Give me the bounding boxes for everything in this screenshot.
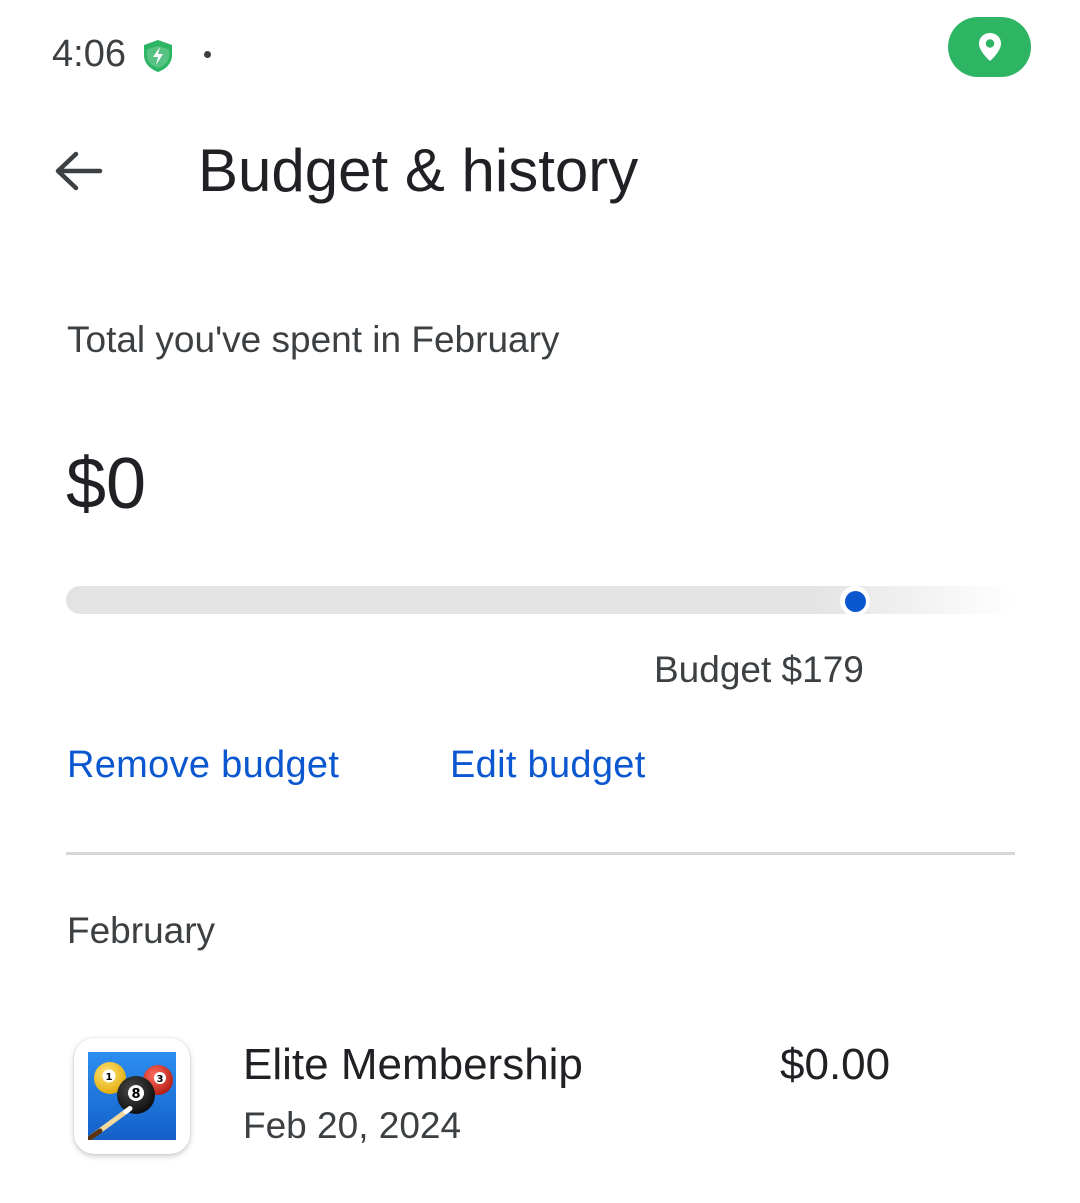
transaction-price: $0.00 (780, 1040, 891, 1089)
location-pin-icon (978, 33, 1001, 61)
budget-marker-dot (844, 590, 866, 612)
svg-text:1: 1 (106, 1072, 113, 1083)
transaction-date: Feb 20, 2024 (243, 1105, 462, 1146)
status-time: 4:06 (52, 33, 126, 75)
notification-dot-icon (204, 51, 211, 58)
spent-label: Total you've spent in February (67, 319, 560, 360)
back-button[interactable] (40, 131, 116, 211)
page-title: Budget & history (198, 137, 639, 204)
shield-bolt-icon (144, 40, 172, 72)
month-header: February (67, 910, 216, 951)
remove-budget-button[interactable]: Remove budget (67, 742, 339, 788)
8-ball-pool-app-icon: 1 3 8 (88, 1052, 176, 1140)
location-indicator[interactable] (948, 17, 1031, 77)
transaction-name[interactable]: Elite Membership (243, 1039, 583, 1091)
svg-text:3: 3 (157, 1074, 164, 1085)
arrow-back-icon (55, 151, 103, 191)
budget-label: Budget $179 (654, 649, 864, 690)
transaction-app-icon[interactable]: 1 3 8 (74, 1038, 190, 1154)
budget-progress-track (66, 586, 1016, 614)
edit-budget-button[interactable]: Edit budget (450, 742, 646, 788)
divider (66, 852, 1015, 855)
budget-marker (840, 586, 870, 616)
svg-text:8: 8 (131, 1087, 140, 1102)
spent-amount: $0 (66, 444, 147, 524)
